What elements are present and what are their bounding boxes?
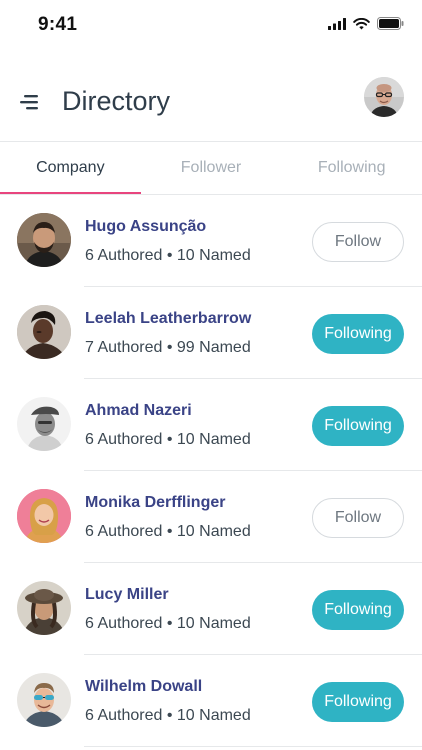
person-name: Ahmad Nazeri — [85, 402, 192, 419]
list-item[interactable]: Monika Derfflinger 6 Authored • 10 Named… — [0, 471, 422, 563]
header: Directory — [0, 70, 422, 140]
page-title: Directory — [62, 86, 171, 116]
avatar — [17, 581, 71, 635]
person-stats: 6 Authored • 10 Named — [85, 247, 251, 264]
person-stats: 6 Authored • 10 Named — [85, 615, 251, 632]
person-stats: 6 Authored • 10 Named — [85, 523, 251, 540]
menu-icon[interactable] — [20, 92, 42, 112]
people-list: Hugo Assunção 6 Authored • 10 Named Foll… — [0, 195, 422, 747]
following-button[interactable]: Following — [312, 682, 404, 722]
following-button[interactable]: Following — [312, 590, 404, 630]
profile-avatar[interactable] — [364, 77, 404, 117]
status-time: 9:41 — [38, 14, 78, 35]
avatar — [17, 673, 71, 727]
list-item[interactable]: Lucy Miller 6 Authored • 10 Named Follow… — [0, 563, 422, 655]
wifi-icon — [353, 17, 370, 29]
list-item[interactable]: Hugo Assunção 6 Authored • 10 Named Foll… — [0, 195, 422, 287]
avatar — [17, 397, 71, 451]
person-stats: 6 Authored • 10 Named — [85, 431, 251, 448]
person-name: Leelah Leatherbarrow — [85, 310, 252, 327]
person-name: Lucy Miller — [85, 586, 169, 603]
list-item[interactable]: Wilhelm Dowall 6 Authored • 10 Named Fol… — [0, 655, 422, 747]
person-stats: 6 Authored • 10 Named — [85, 707, 251, 724]
status-bar: 9:41 — [0, 0, 422, 52]
tab-follower[interactable]: Follower — [141, 142, 282, 194]
person-name: Monika Derfflinger — [85, 494, 226, 511]
tab-bar: Company Follower Following — [0, 142, 422, 194]
list-item[interactable]: Leelah Leatherbarrow 7 Authored • 99 Nam… — [0, 287, 422, 379]
following-button[interactable]: Following — [312, 314, 404, 354]
following-button[interactable]: Following — [312, 406, 404, 446]
person-stats: 7 Authored • 99 Named — [85, 339, 251, 356]
row-divider — [84, 746, 422, 747]
avatar — [17, 213, 71, 267]
person-name: Hugo Assunção — [85, 218, 207, 235]
list-item[interactable]: Ahmad Nazeri 6 Authored • 10 Named Follo… — [0, 379, 422, 471]
cellular-signal-icon — [328, 17, 346, 30]
tab-following[interactable]: Following — [281, 142, 422, 194]
tab-company[interactable]: Company — [0, 142, 141, 194]
avatar — [17, 305, 71, 359]
avatar — [17, 489, 71, 543]
battery-icon — [377, 17, 404, 30]
follow-button[interactable]: Follow — [312, 498, 404, 538]
status-icons — [328, 17, 404, 30]
follow-button[interactable]: Follow — [312, 222, 404, 262]
person-name: Wilhelm Dowall — [85, 678, 203, 695]
